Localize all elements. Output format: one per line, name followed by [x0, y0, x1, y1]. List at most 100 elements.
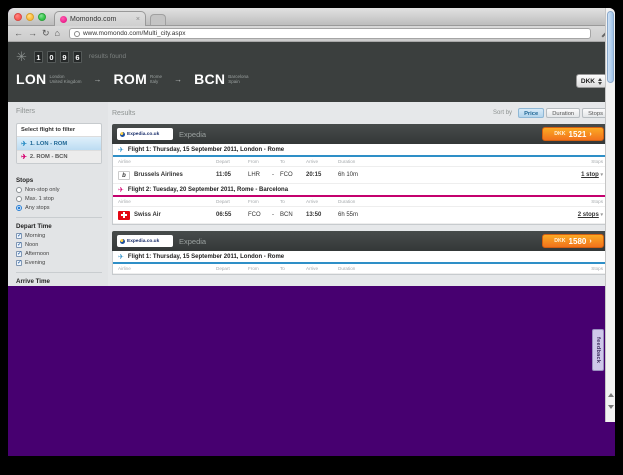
col-from: From: [248, 157, 272, 167]
plane-icon: ✈: [118, 146, 124, 154]
stops-title: Stops: [16, 177, 102, 184]
home-icon[interactable]: ⌂: [55, 29, 60, 38]
col-stops: Stops: [382, 157, 603, 167]
results-title: Results: [112, 110, 493, 117]
browser-titlebar: Momondo.com ×: [8, 8, 615, 26]
offer-details-card-2: ✈ Flight 1: Thursday, 15 September 2011,…: [112, 251, 609, 275]
momondo-favicon-icon: [60, 16, 67, 23]
stops-expand-link[interactable]: 1 stop ▾: [382, 172, 603, 178]
stops-option-nonstop[interactable]: Non-stop only: [16, 187, 102, 193]
airport-code: BCN: [194, 71, 225, 87]
airline-cell: Swiss Air: [118, 211, 216, 220]
depart-option-morning[interactable]: ✓ Morning: [16, 233, 102, 239]
provider-logo-text: Expedia.co.uk: [127, 239, 159, 244]
select-flight-card: Select flight to filter ✈ 1. LON - ROM ✈…: [16, 123, 102, 164]
scroll-down-icon[interactable]: [606, 401, 615, 412]
depart-option-noon[interactable]: ✓ Noon: [16, 242, 102, 248]
col-duration: Duration: [338, 264, 382, 274]
col-to: To: [280, 197, 306, 207]
browser-tab[interactable]: Momondo.com ×: [54, 11, 146, 26]
expedia-globe-icon: [120, 239, 125, 244]
chevron-right-icon: ›: [589, 238, 591, 245]
feedback-tab[interactable]: feedback: [592, 329, 604, 371]
reload-icon[interactable]: ↻: [42, 29, 50, 38]
offer-bar-2: Expedia.co.uk Expedia DKK 1580 ›: [112, 231, 609, 251]
sort-price-button[interactable]: Price: [518, 108, 544, 118]
col-from: From: [248, 264, 272, 274]
checkbox-checked-icon[interactable]: ✓: [16, 233, 22, 239]
to-code: BCN: [280, 212, 306, 218]
radio-icon[interactable]: [16, 187, 22, 193]
table-header-row: Airline Depart From To Arrive Duration S…: [113, 157, 608, 167]
offer-details-card-1: ✈ Flight 1: Thursday, 15 September 2011,…: [112, 144, 609, 225]
depart-time: 11:05: [216, 172, 248, 178]
stops-expand-link[interactable]: 2 stops ▾: [382, 212, 603, 218]
col-arrive: Arrive: [306, 197, 338, 207]
duration: 6h 10m: [338, 172, 382, 178]
arrive-time-filter-group: Arrive Time: [16, 272, 102, 285]
minimize-window-button[interactable]: [26, 13, 34, 21]
depart-option-afternoon[interactable]: ✓ Afternoon: [16, 251, 102, 257]
caret-down-icon: ▾: [600, 172, 603, 178]
airline-name: Swiss Air: [134, 212, 161, 218]
new-tab-button[interactable]: [150, 14, 166, 25]
col-stops: Stops: [382, 264, 603, 274]
flight-header-text: Flight 2: Tuesday, 20 September 2011, Ro…: [128, 187, 288, 193]
caret-down-icon: ▾: [600, 212, 603, 218]
flight-filter-tab-2[interactable]: ✈ 2. ROM - BCN: [17, 150, 101, 163]
scrollbar-thumb[interactable]: [607, 11, 614, 83]
back-icon[interactable]: ←: [14, 29, 23, 38]
col-from: From: [248, 197, 272, 207]
address-bar[interactable]: www.momondo.com/Multi_city.aspx: [69, 28, 591, 39]
radio-icon[interactable]: [16, 196, 22, 202]
col-to: To: [280, 157, 306, 167]
deal-price: 1521: [569, 130, 587, 139]
close-window-button[interactable]: [14, 13, 22, 21]
currency-selector[interactable]: DKK: [576, 74, 607, 88]
col-arrive: Arrive: [306, 157, 338, 167]
provider-logo: Expedia.co.uk: [117, 128, 173, 140]
checkbox-checked-icon[interactable]: ✓: [16, 242, 22, 248]
flight-filter-tab-1[interactable]: ✈ 1. LON - ROM: [17, 137, 101, 150]
deal-currency: DKK: [554, 238, 565, 244]
zoom-window-button[interactable]: [38, 13, 46, 21]
chevron-right-icon: ›: [589, 131, 591, 138]
results-found-label: results found: [89, 53, 126, 60]
route-arrow-icon: →: [174, 75, 182, 84]
sort-by-label: Sort by: [493, 110, 512, 116]
option-label: Any stops: [25, 205, 50, 211]
stops-option-max1[interactable]: Max. 1 stop: [16, 196, 102, 202]
sort-duration-button[interactable]: Duration: [546, 108, 580, 118]
flight-2-header: ✈ Flight 2: Tuesday, 20 September 2011, …: [113, 184, 608, 197]
flight-header-text: Flight 1: Thursday, 15 September 2011, L…: [128, 147, 284, 153]
browser-toolbar: ← → ↻ ⌂ www.momondo.com/Multi_city.aspx: [8, 26, 615, 42]
flight-row-swiss: Swiss Air 06:55 FCO - BCN 13:50 6h 55m 2…: [113, 207, 608, 224]
deal-price-button-2[interactable]: DKK 1580 ›: [542, 234, 604, 248]
duration: 6h 55m: [338, 212, 382, 218]
scrollbar[interactable]: [605, 8, 615, 422]
airport-subtext: London United Kingdom: [49, 74, 81, 85]
scroll-up-icon[interactable]: [606, 389, 615, 400]
radio-selected-icon[interactable]: [16, 205, 22, 211]
results-area: Filters Select flight to filter ✈ 1. LON…: [8, 102, 615, 286]
checkbox-checked-icon[interactable]: ✓: [16, 260, 22, 266]
stepper-arrows-icon: [598, 78, 602, 85]
col-duration: Duration: [338, 197, 382, 207]
depart-option-evening[interactable]: ✓ Evening: [16, 260, 102, 266]
flight-row-brussels: b Brussels Airlines 11:05 LHR - FCO 20:1…: [113, 167, 608, 184]
checkbox-checked-icon[interactable]: ✓: [16, 251, 22, 257]
results-header-row: Results Sort by Price Duration Stops: [112, 108, 609, 118]
deal-price-button-1[interactable]: DKK 1521 ›: [542, 127, 604, 141]
tab-close-icon[interactable]: ×: [136, 16, 140, 23]
option-label: Noon: [25, 242, 38, 248]
col-arrive: Arrive: [306, 264, 338, 274]
forward-icon[interactable]: →: [28, 29, 37, 38]
flight-tab-label: 2. ROM - BCN: [30, 154, 68, 160]
airline-name: Brussels Airlines: [134, 172, 183, 178]
deal-currency: DKK: [554, 131, 565, 137]
arrive-time: 20:15: [306, 172, 338, 178]
plane-icon: ✈: [118, 186, 124, 194]
depart-time: 06:55: [216, 212, 248, 218]
flight-1-header: ✈ Flight 1: Thursday, 15 September 2011,…: [113, 144, 608, 157]
stops-option-any[interactable]: Any stops: [16, 205, 102, 211]
